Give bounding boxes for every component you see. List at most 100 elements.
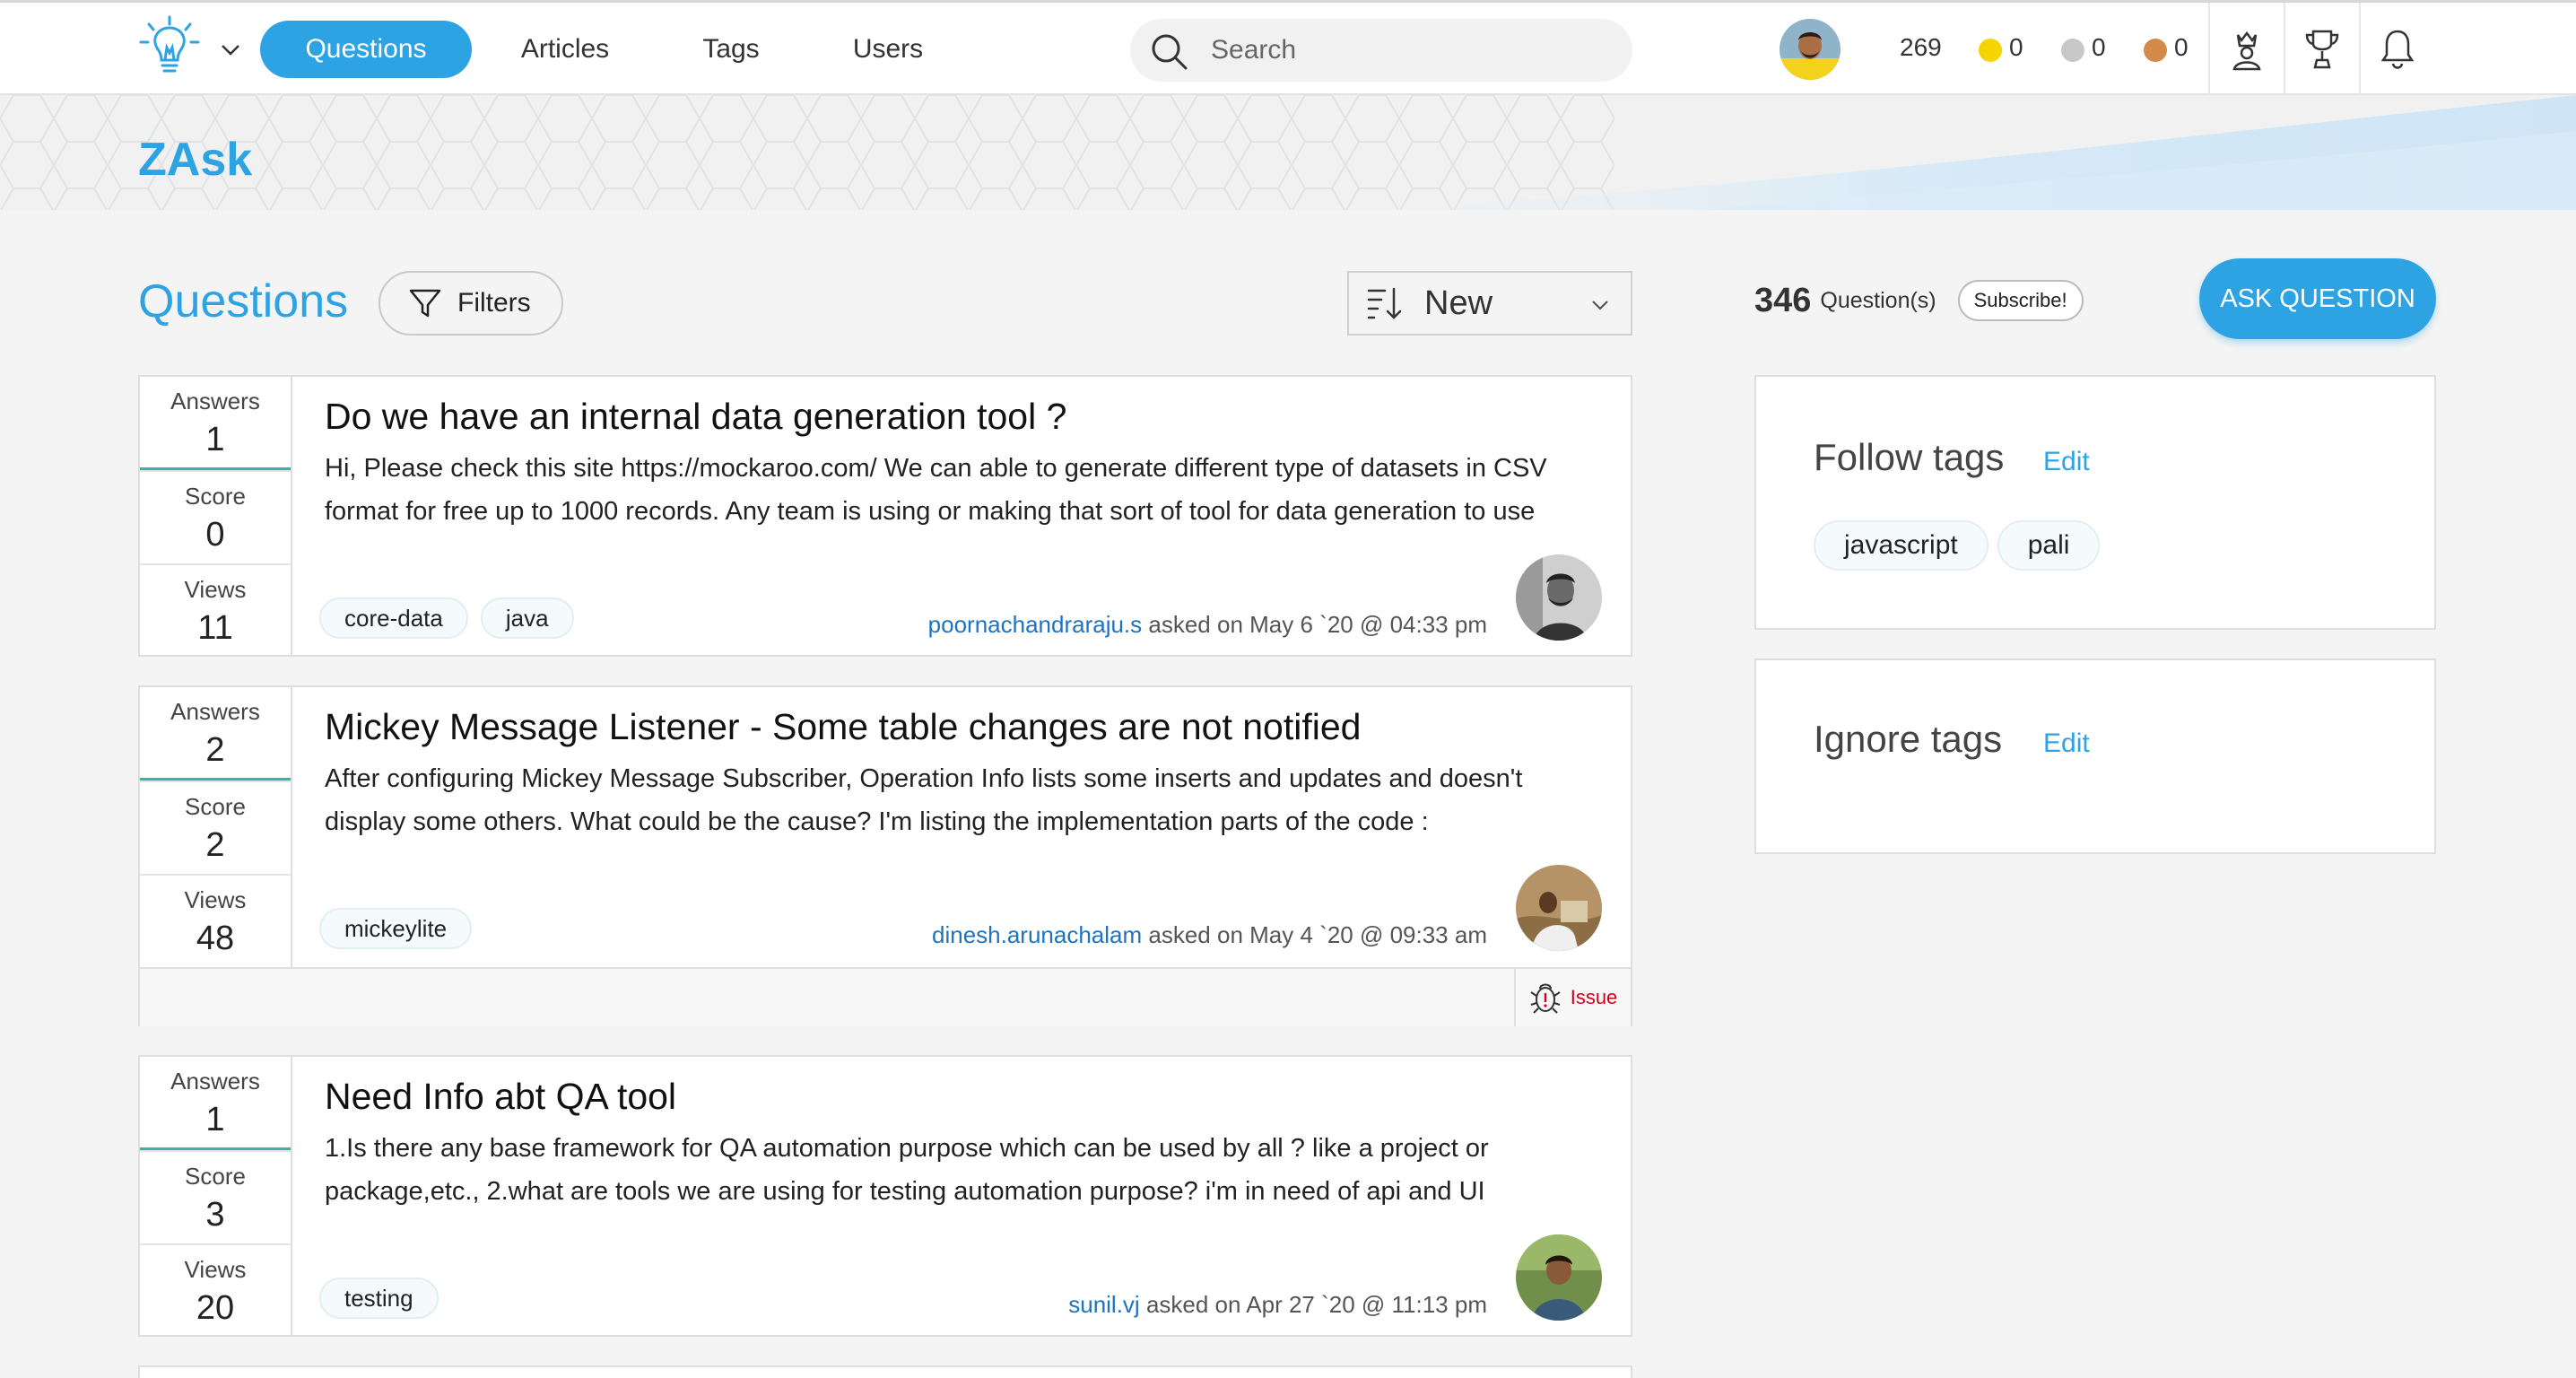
answers-stat: Answers 1: [140, 377, 291, 470]
stat-label: Answers: [170, 388, 260, 414]
question-stats: Answers 1 Score 0 Views 11: [140, 377, 292, 655]
asked-date: asked on May 6 `20 @ 04:33 pm: [1148, 611, 1487, 638]
stat-label: Views: [184, 1256, 247, 1283]
search-input[interactable]: [1211, 30, 1606, 71]
silver-badge-icon: [2061, 39, 2084, 62]
question-meta: poornachandraraju.s asked on May 6 `20 @…: [928, 611, 1487, 639]
question-tags: core-data java: [319, 597, 574, 639]
question-stats: Answers 1 Score 3 Views 20: [140, 1057, 292, 1335]
reputation-count: 269: [1900, 33, 1942, 61]
answers-stat: Answers 1: [140, 1057, 291, 1150]
asked-date: asked on May 4 `20 @ 09:33 am: [1148, 921, 1487, 948]
question-tags: testing: [319, 1278, 439, 1319]
gold-badge-icon: [1979, 39, 2002, 62]
question-body: Need Info abt QA tool 1.Is there any bas…: [325, 1071, 1604, 1213]
issue-badge[interactable]: Issue: [1514, 969, 1631, 1026]
author-link[interactable]: sunil.vj: [1068, 1291, 1139, 1318]
follow-tags-edit-link[interactable]: Edit: [2043, 447, 2090, 477]
stat-value: 1: [205, 421, 225, 458]
question-card: Answers 1 Score 0 Views 11 Do we have an…: [138, 375, 1632, 657]
stat-value: 11: [197, 609, 233, 647]
search-box[interactable]: [1130, 19, 1632, 82]
question-title[interactable]: Mickey Message Listener - Some table cha…: [325, 702, 1604, 752]
ask-question-button[interactable]: ASK QUESTION: [2199, 258, 2436, 339]
stat-label: Answers: [170, 1068, 260, 1095]
bronze-badge-icon: [2144, 39, 2167, 62]
followed-tag[interactable]: pali: [1997, 520, 2101, 571]
stat-value: 2: [205, 826, 225, 864]
brand-title[interactable]: ZAsk: [138, 133, 252, 187]
nav-users[interactable]: Users: [834, 21, 942, 78]
subscribe-button[interactable]: Subscribe!: [1957, 280, 2084, 321]
page-title: Questions: [138, 275, 349, 327]
trophy-button[interactable]: [2284, 3, 2359, 95]
stat-value: 3: [205, 1196, 225, 1234]
leaderboard-icon: [2232, 31, 2261, 70]
stat-label: Score: [185, 483, 246, 510]
answers-stat: Answers 2: [140, 687, 291, 781]
ignore-tags-title: Ignore tags: [1814, 718, 2003, 760]
question-count-number: 346: [1754, 281, 1812, 319]
followed-tags: javascript pali: [1814, 520, 2101, 571]
bell-icon: [2380, 30, 2415, 69]
sort-select[interactable]: New: [1347, 271, 1632, 336]
stat-label: Score: [185, 1163, 246, 1190]
filter-icon: [409, 289, 441, 318]
question-meta: dinesh.arunachalam asked on May 4 `20 @ …: [932, 921, 1487, 949]
stat-value: 1: [205, 1101, 225, 1138]
score-stat: Score 0: [140, 470, 291, 563]
sort-icon: [1367, 287, 1402, 319]
nav-articles[interactable]: Articles: [502, 21, 628, 78]
author-link[interactable]: dinesh.arunachalam: [932, 921, 1142, 948]
stat-label: Views: [184, 576, 247, 603]
question-count-label: Question(s): [1820, 287, 1936, 313]
ignore-tags-edit-link[interactable]: Edit: [2043, 728, 2090, 759]
followed-tag[interactable]: javascript: [1814, 520, 1989, 571]
question-count: 346 Question(s) Subscribe!: [1754, 280, 2084, 321]
author-avatar[interactable]: [1516, 554, 1602, 641]
views-stat: Views 11: [140, 563, 291, 657]
silver-badge-count: 0: [2092, 33, 2106, 61]
sort-value: New: [1424, 283, 1493, 322]
ignore-tags-panel: Ignore tags Edit: [1754, 658, 2436, 854]
asked-date: asked on Apr 27 `20 @ 11:13 pm: [1145, 1291, 1487, 1318]
question-title[interactable]: Need Info abt QA tool: [325, 1071, 1604, 1121]
chevron-down-icon[interactable]: [219, 39, 242, 62]
tag-chip[interactable]: core-data: [319, 597, 468, 639]
question-tags: mickeylite: [319, 908, 473, 949]
nav-tags[interactable]: Tags: [682, 21, 780, 78]
score-stat: Score 2: [140, 781, 291, 874]
question-excerpt: 1.Is there any base framework for QA aut…: [325, 1134, 1489, 1206]
question-excerpt: Hi, Please check this site https://mocka…: [325, 454, 1547, 526]
search-icon: [1152, 34, 1188, 70]
stat-value: 2: [205, 731, 225, 769]
author-link[interactable]: poornachandraraju.s: [928, 611, 1143, 638]
author-avatar[interactable]: [1516, 1234, 1602, 1321]
author-avatar[interactable]: [1516, 865, 1602, 951]
trophy-icon: [2305, 30, 2339, 68]
chevron-down-icon: [1592, 301, 1608, 310]
question-title[interactable]: Do we have an internal data generation t…: [325, 391, 1604, 441]
follow-tags-panel: Follow tags Edit javascript pali: [1754, 375, 2436, 630]
tag-chip[interactable]: testing: [319, 1278, 439, 1319]
tag-chip[interactable]: java: [480, 597, 574, 639]
tag-chip[interactable]: mickeylite: [319, 908, 473, 949]
follow-tags-title: Follow tags: [1814, 436, 2005, 478]
stat-label: Score: [185, 793, 246, 820]
issue-footer: Issue: [140, 967, 1631, 1026]
stat-label: Answers: [170, 698, 260, 725]
question-excerpt: After configuring Mickey Message Subscri…: [325, 764, 1523, 836]
top-navigation-bar: Questions Articles Tags Users 269 0 0 0: [0, 0, 2576, 95]
filters-button[interactable]: Filters: [379, 271, 563, 336]
question-card: [138, 1365, 1632, 1378]
question-card: Answers 1 Score 3 Views 20 Need Info abt…: [138, 1055, 1632, 1337]
gold-badge-count: 0: [2009, 33, 2023, 61]
bronze-badge-count: 0: [2174, 33, 2189, 61]
issue-label: Issue: [1570, 986, 1618, 1008]
nav-questions[interactable]: Questions: [260, 21, 472, 78]
leaderboard-button[interactable]: [2208, 3, 2284, 95]
question-card: Answers 2 Score 2 Views 48 Mickey Messag…: [138, 685, 1632, 1026]
notifications-button[interactable]: [2359, 3, 2434, 95]
user-avatar[interactable]: [1780, 19, 1841, 80]
lightbulb-logo-icon[interactable]: [138, 15, 201, 78]
